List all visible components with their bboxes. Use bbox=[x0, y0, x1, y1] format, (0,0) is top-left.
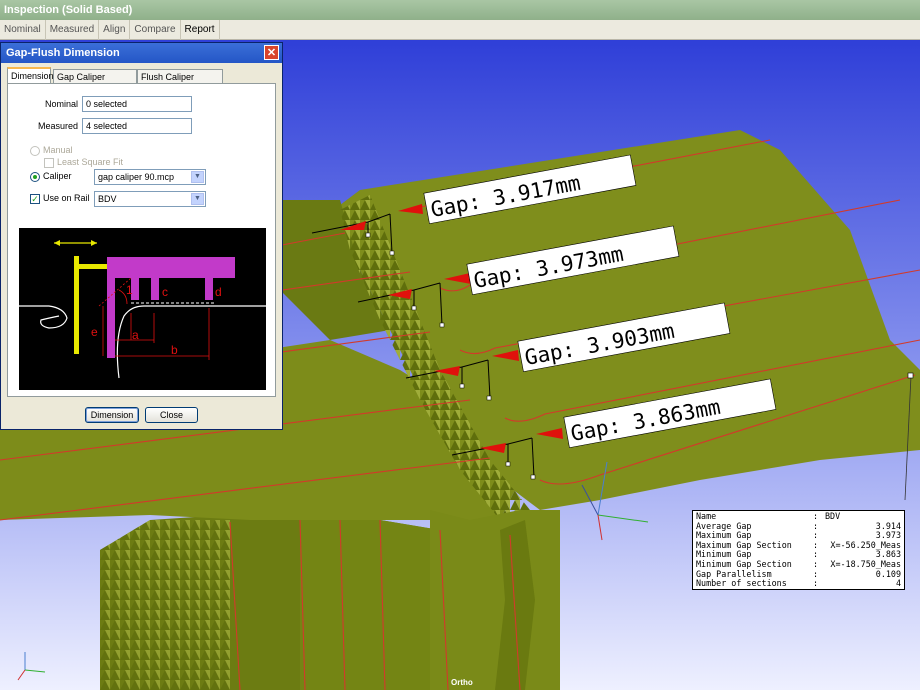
diagram-label-c: c bbox=[162, 285, 168, 299]
diagram-label-e: e bbox=[91, 325, 98, 339]
dialog-title: Gap-Flush Dimension bbox=[6, 47, 120, 59]
diagram-label-1: 1 bbox=[126, 283, 133, 297]
app-title-bar: Inspection (Solid Based) bbox=[0, 0, 920, 20]
least-square-checkbox[interactable] bbox=[44, 158, 54, 168]
right-flange bbox=[430, 510, 560, 690]
close-icon[interactable]: ✕ bbox=[264, 45, 279, 60]
summary-row-maximum-gap-section: Maximum Gap Section: X=-56.250_Meas bbox=[696, 539, 901, 550]
chevron-down-icon[interactable]: ▼ bbox=[191, 171, 204, 183]
diagram-label-d: d bbox=[215, 285, 222, 299]
leader-marker bbox=[907, 372, 914, 379]
summary-row-minimum-gap-section: Minimum Gap Section: X=-18.750_Meas bbox=[696, 558, 901, 569]
tab-dimension[interactable]: Dimension bbox=[7, 67, 54, 84]
menu-bar: Nominal Measured Align Compare Report bbox=[0, 20, 920, 40]
summary-row-number-of-sections: Number of sections:4 bbox=[696, 578, 901, 589]
manual-radio[interactable] bbox=[30, 146, 40, 156]
tab-gap-caliper-definition[interactable]: Gap Caliper Definition bbox=[53, 69, 137, 97]
dimension-button[interactable]: Dimension bbox=[85, 407, 139, 423]
nominal-field[interactable]: 0 selected bbox=[82, 96, 192, 112]
summary-row-name: Name: BDV bbox=[696, 511, 841, 521]
gap-summary-box: Name: BDV Average Gap:3.914 Maximum Gap:3… bbox=[692, 510, 905, 590]
lower-structure-face bbox=[300, 510, 440, 690]
dimension-tab-panel: Nominal 0 selected Measured 4 selected M… bbox=[7, 83, 276, 397]
gap-flush-dialog: Gap-Flush Dimension ✕ Dimension Gap Cali… bbox=[0, 42, 283, 430]
measured-label: Measured bbox=[37, 121, 78, 131]
summary-row-gap-parallelism: Gap Parallelism:0.109 bbox=[696, 568, 901, 579]
measured-field[interactable]: 4 selected bbox=[82, 118, 192, 134]
tab-flush-caliper-definition[interactable]: Flush Caliper Definition bbox=[137, 69, 223, 97]
menu-report[interactable]: Report bbox=[181, 20, 220, 40]
app-title: Inspection (Solid Based) bbox=[4, 4, 133, 16]
rail-select-value: BDV bbox=[98, 194, 117, 204]
caliper-select[interactable]: gap caliper 90.mcp ▼ bbox=[94, 169, 206, 185]
menu-align[interactable]: Align bbox=[99, 20, 131, 40]
diagram-label-a: a bbox=[132, 328, 139, 342]
diagram-label-b: b bbox=[171, 343, 178, 357]
least-square-label: Least Square Fit bbox=[57, 157, 124, 167]
menu-measured[interactable]: Measured bbox=[46, 20, 100, 40]
rail-select[interactable]: BDV ▼ bbox=[94, 191, 206, 207]
caliper-diagram: 1 c d e a b bbox=[19, 228, 266, 390]
use-on-rail-checkbox[interactable]: ✓ bbox=[30, 194, 40, 204]
caliper-label: Caliper bbox=[43, 171, 72, 181]
summary-row-average-gap: Average Gap:3.914 bbox=[696, 520, 901, 531]
menu-compare[interactable]: Compare bbox=[130, 20, 181, 40]
caliper-select-value: gap caliper 90.mcp bbox=[98, 172, 175, 182]
chevron-down-icon[interactable]: ▼ bbox=[191, 193, 204, 205]
projection-label: Ortho bbox=[451, 678, 473, 687]
use-on-rail-label: Use on Rail bbox=[43, 193, 90, 203]
close-button[interactable]: Close bbox=[145, 407, 198, 423]
caliper-radio[interactable] bbox=[30, 172, 40, 182]
lower-structure-jagged bbox=[100, 520, 230, 690]
menu-nominal[interactable]: Nominal bbox=[0, 20, 46, 40]
manual-label: Manual bbox=[43, 145, 73, 155]
nominal-label: Nominal bbox=[44, 99, 78, 109]
caliper-diagram-drawing: 1 c d e a b bbox=[19, 240, 266, 379]
dialog-title-bar[interactable]: Gap-Flush Dimension ✕ bbox=[1, 43, 282, 63]
